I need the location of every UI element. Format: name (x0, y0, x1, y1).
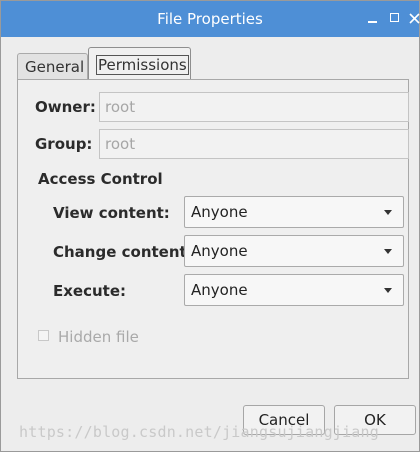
owner-field[interactable]: root (99, 92, 409, 122)
file-properties-dialog: File Properties General Permissions Owne… (0, 0, 420, 452)
window-title: File Properties (157, 10, 263, 28)
execute-select[interactable]: Anyone (184, 274, 404, 306)
permissions-panel: Owner: root Group: root Access Control V… (17, 79, 409, 379)
chevron-down-icon (384, 210, 392, 215)
tab-permissions-label: Permissions (96, 55, 189, 75)
watermark-text: https://blog.csdn.net/jiangsujiangjiang (19, 423, 379, 441)
owner-label: Owner: (35, 98, 96, 116)
maximize-icon[interactable] (387, 10, 403, 26)
access-control-heading: Access Control (38, 170, 163, 188)
group-field[interactable]: root (99, 129, 409, 159)
hidden-file-label: Hidden file (58, 328, 139, 346)
change-content-select[interactable]: Anyone (184, 235, 404, 267)
minimize-icon[interactable] (365, 10, 381, 26)
hidden-file-checkbox[interactable] (38, 330, 49, 341)
execute-value: Anyone (191, 281, 248, 299)
change-content-label: Change content: (53, 243, 193, 261)
close-icon[interactable] (407, 10, 420, 26)
execute-label: Execute: (53, 282, 127, 300)
view-content-label: View content: (53, 204, 170, 222)
view-content-value: Anyone (191, 203, 248, 221)
tab-general[interactable]: General (17, 53, 88, 79)
chevron-down-icon (384, 288, 392, 293)
title-bar[interactable]: File Properties (1, 1, 420, 37)
chevron-down-icon (384, 249, 392, 254)
tab-permissions[interactable]: Permissions (88, 47, 191, 79)
view-content-select[interactable]: Anyone (184, 196, 404, 228)
change-content-value: Anyone (191, 242, 248, 260)
group-label: Group: (35, 135, 93, 153)
